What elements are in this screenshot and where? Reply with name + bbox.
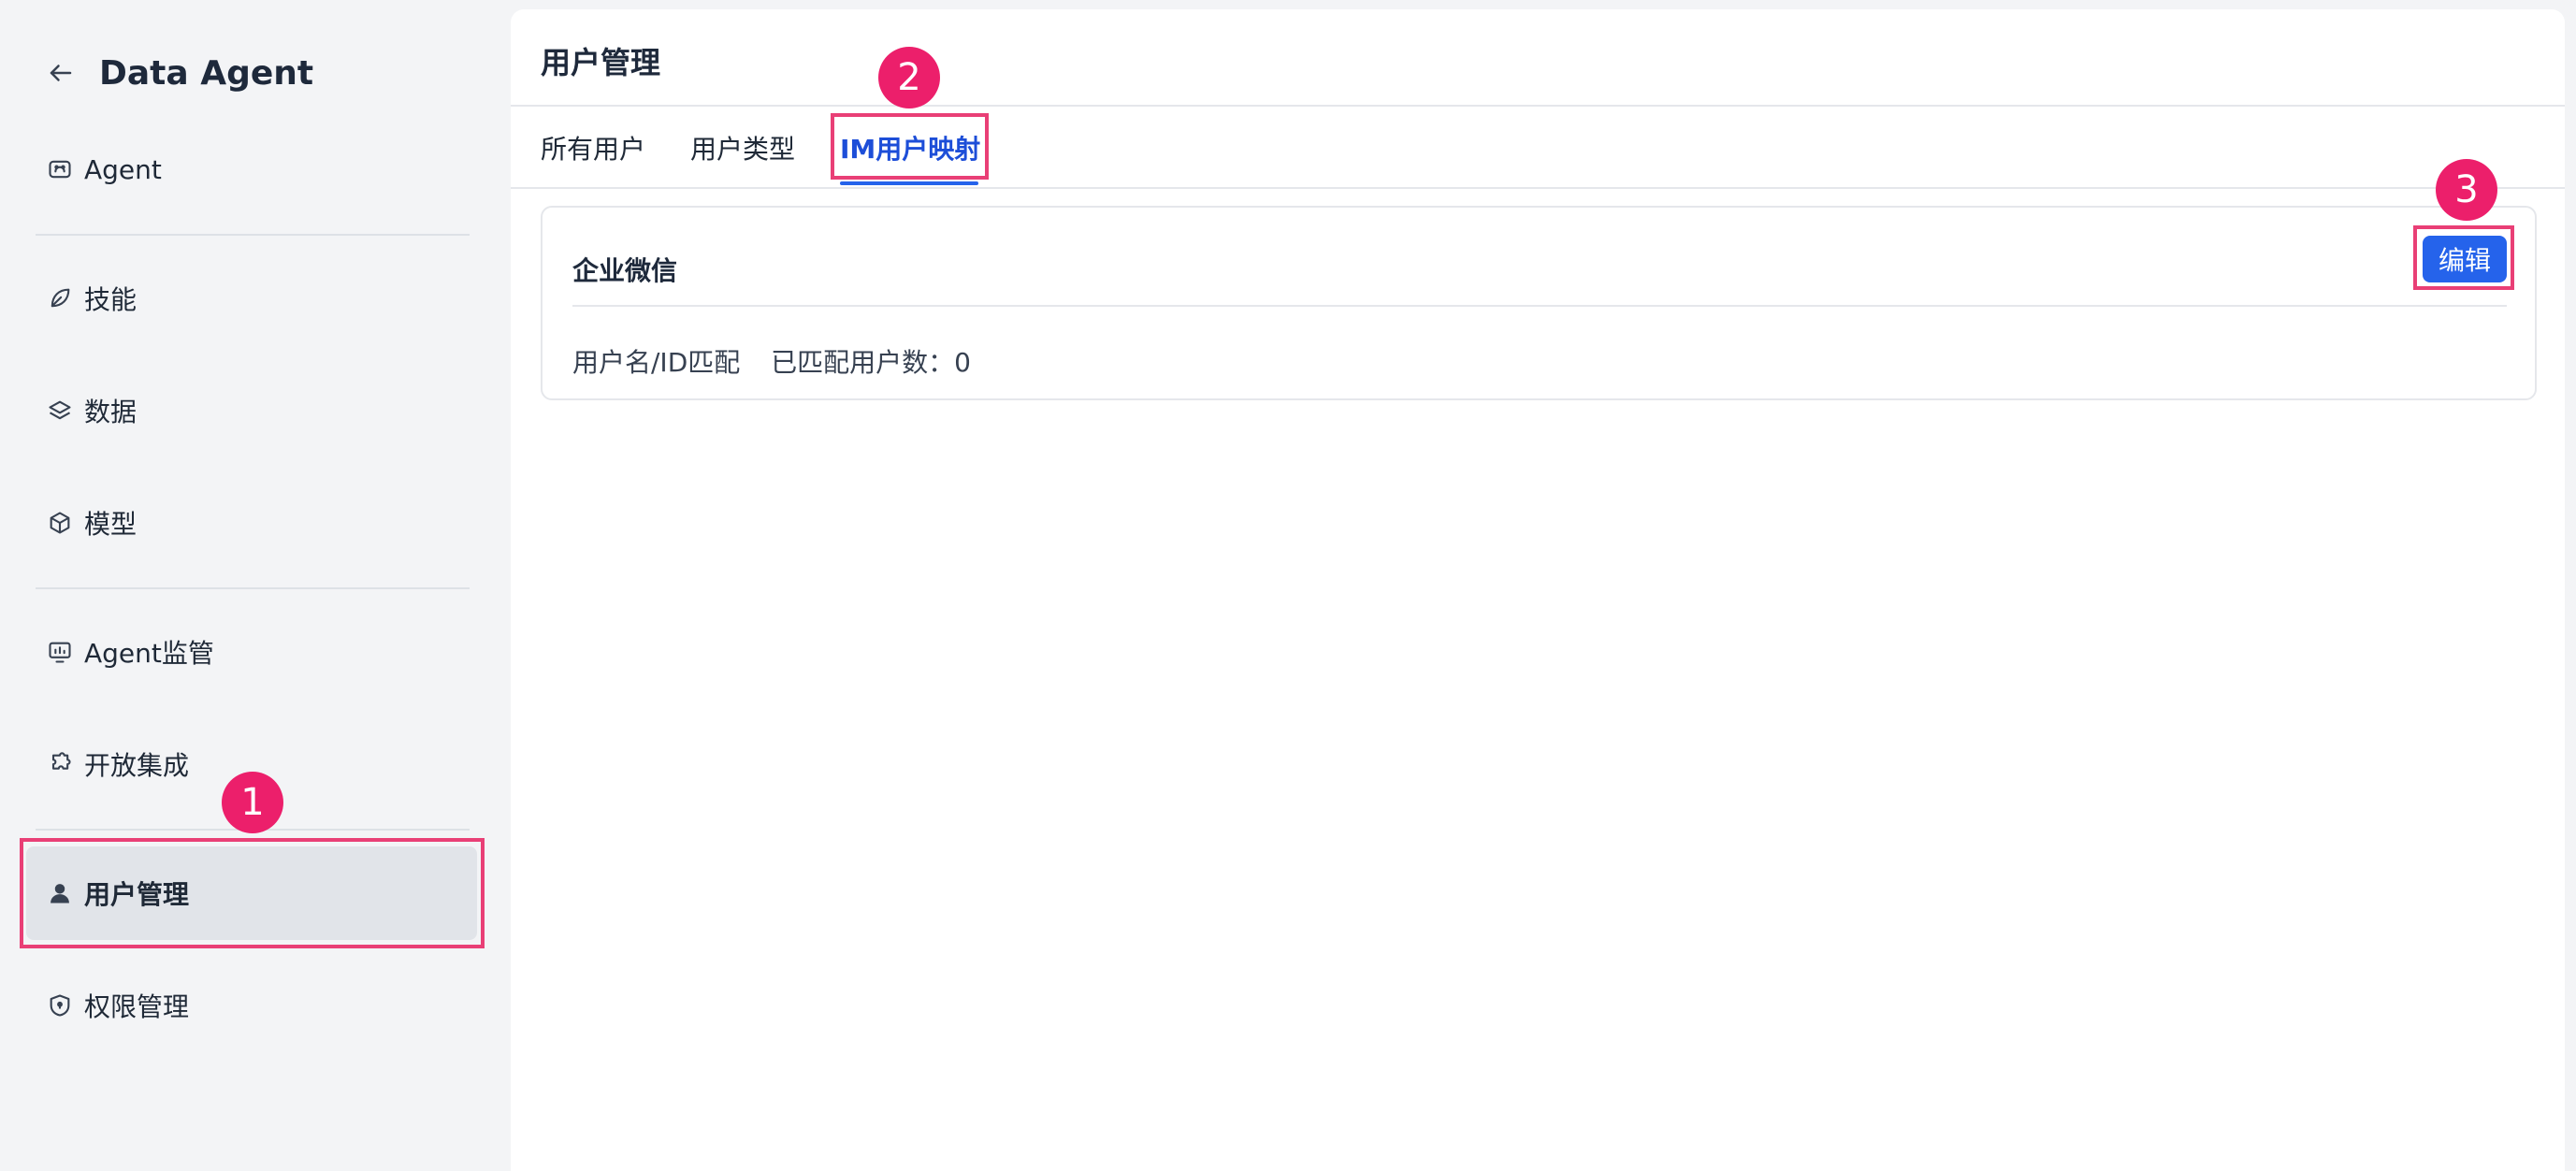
- agent-icon: [47, 156, 73, 182]
- sidebar-item-permission-management[interactable]: 权限管理: [26, 959, 477, 1052]
- sidebar-item-label: 技能: [84, 284, 137, 315]
- annotation-badge-2: 2: [878, 47, 940, 108]
- sidebar-item-label: Agent: [84, 153, 162, 185]
- layers-icon: [47, 398, 73, 424]
- wecom-mapping-card: 企业微信 编辑 用户名/ID匹配 已匹配用户数：0: [541, 206, 2537, 400]
- shield-icon: [47, 992, 73, 1019]
- annotation-badge-3: 3: [2436, 159, 2497, 221]
- sidebar-item-data[interactable]: 数据: [26, 364, 477, 457]
- card-divider: [572, 305, 2507, 307]
- sidebar-item-label: 模型: [84, 509, 137, 540]
- sidebar-item-label: 权限管理: [84, 991, 190, 1022]
- brand-header: Data Agent: [47, 49, 313, 97]
- annotation-badge-1: 1: [222, 772, 283, 833]
- sidebar-divider: [36, 234, 470, 236]
- sidebar-item-agent[interactable]: Agent: [26, 123, 477, 216]
- card-info: 用户名/ID匹配 已匹配用户数：0: [572, 342, 971, 380]
- tabs-divider: [511, 187, 2565, 189]
- app-window: Data Agent Agent 技能 数据 模型 Agent监管 开放集成 用…: [0, 0, 2576, 1171]
- sidebar-item-label: 开放集成: [84, 750, 190, 781]
- puzzle-icon: [47, 751, 73, 777]
- card-title: 企业微信: [572, 255, 678, 286]
- app-title: Data Agent: [99, 53, 314, 93]
- match-mode-text: 用户名/ID匹配: [572, 347, 741, 378]
- sidebar-item-agent-monitor[interactable]: Agent监管: [26, 605, 477, 699]
- active-tab-indicator: [840, 181, 978, 185]
- matched-count-text: 已匹配用户数：0: [771, 347, 971, 378]
- header-divider: [511, 105, 2565, 107]
- sidebar-item-label: Agent监管: [84, 638, 214, 669]
- main-panel: 用户管理 所有用户 用户类型 IM用户映射 企业微信 编辑 用户名/ID匹配 已…: [511, 9, 2565, 1171]
- sidebar-item-label: 数据: [84, 397, 137, 427]
- leaf-icon: [47, 285, 73, 311]
- tab-user-types[interactable]: 用户类型: [690, 129, 795, 166]
- tab-all-users[interactable]: 所有用户: [541, 129, 645, 166]
- page-title: 用户管理: [541, 45, 661, 80]
- sidebar-item-label: 用户管理: [84, 879, 190, 910]
- sidebar-item-skills[interactable]: 技能: [26, 252, 477, 345]
- sidebar-item-user-management[interactable]: 用户管理: [26, 846, 477, 940]
- edit-button[interactable]: 编辑: [2423, 236, 2507, 282]
- sidebar: Data Agent Agent 技能 数据 模型 Agent监管 开放集成 用…: [0, 0, 511, 1171]
- monitor-icon: [47, 639, 73, 665]
- sidebar-divider: [36, 587, 470, 589]
- tab-im-user-mapping[interactable]: IM用户映射: [840, 129, 980, 166]
- back-arrow-icon[interactable]: [47, 59, 75, 87]
- user-icon: [47, 880, 73, 906]
- sidebar-item-model[interactable]: 模型: [26, 476, 477, 570]
- cube-icon: [47, 510, 73, 536]
